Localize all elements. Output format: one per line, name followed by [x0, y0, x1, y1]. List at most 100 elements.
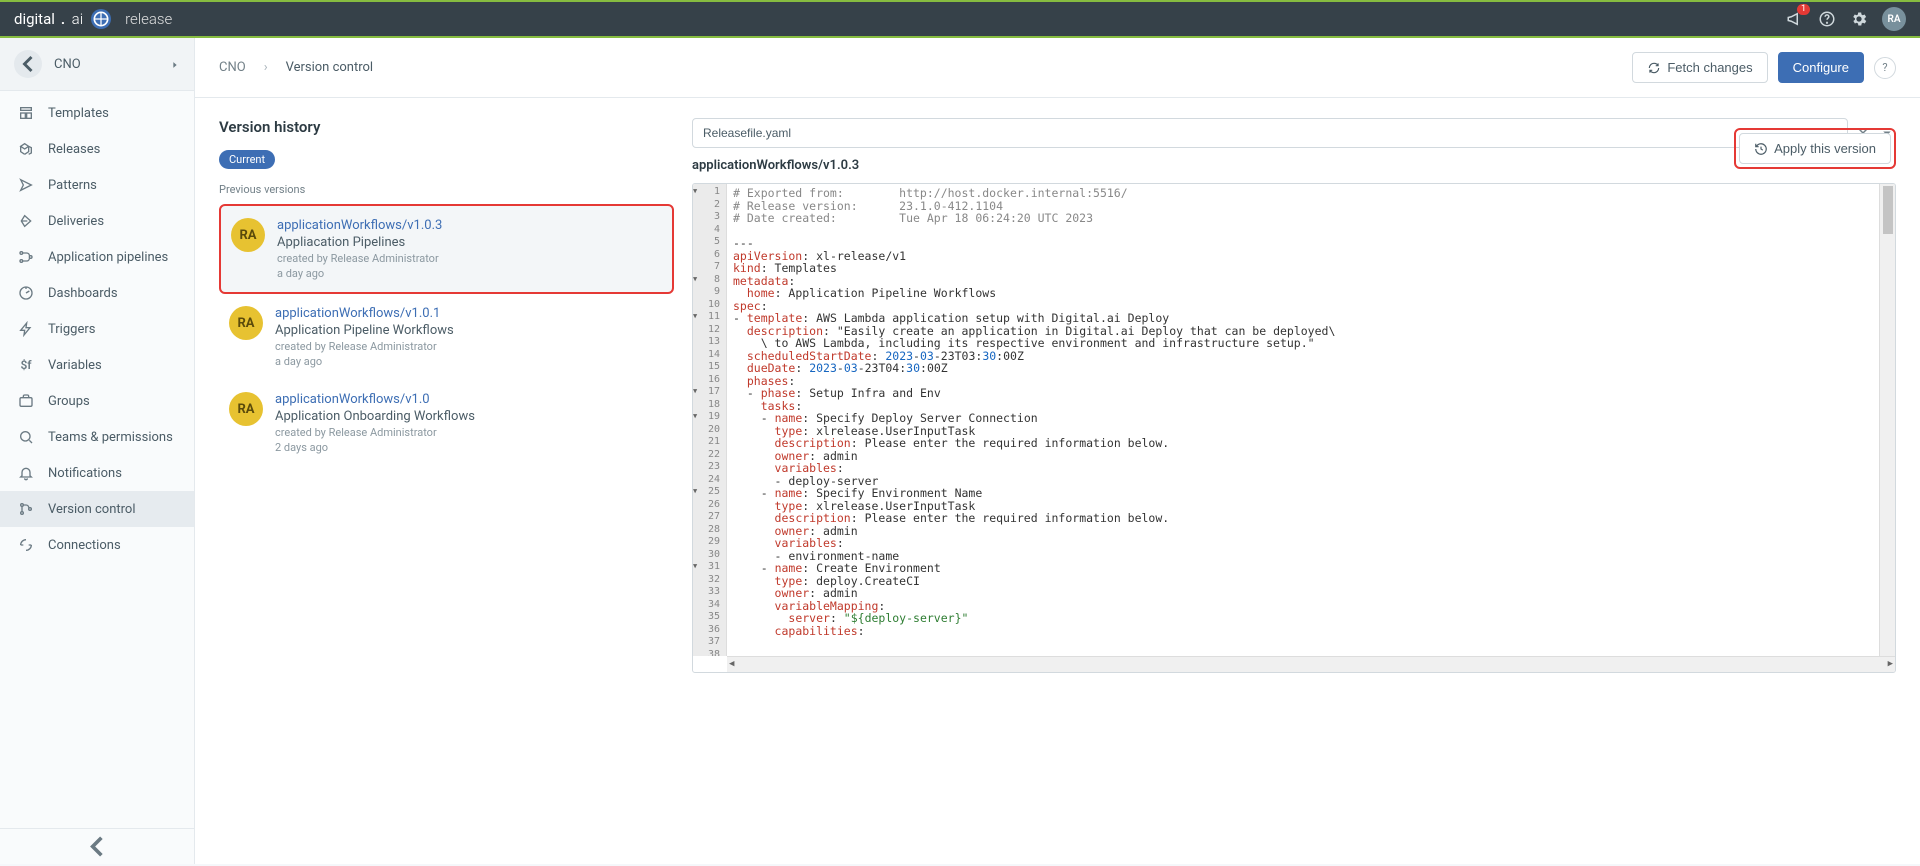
- help-button[interactable]: ?: [1874, 57, 1896, 79]
- previous-versions-label: Previous versions: [219, 183, 674, 196]
- help-icon[interactable]: [1818, 10, 1836, 28]
- sidebar-item-connections[interactable]: Connections: [0, 527, 194, 563]
- sidebar-item-label: Patterns: [48, 178, 97, 193]
- page-title: Version history: [219, 118, 320, 136]
- topbar-right: 1 RA: [1786, 7, 1906, 31]
- avatar: RA: [229, 392, 263, 426]
- connections-icon: [18, 537, 34, 553]
- file-input[interactable]: [692, 118, 1848, 148]
- version-when: 2 days ago: [275, 441, 475, 454]
- restore-icon: [1754, 142, 1768, 156]
- content: Version history Current Previous version…: [195, 98, 1920, 693]
- version-author: created by Release Administrator: [275, 340, 454, 353]
- apply-version-highlight: Apply this version: [1734, 128, 1896, 169]
- version-name: Application Pipeline Workflows: [275, 323, 454, 338]
- sidebar-item-templates[interactable]: Templates: [0, 95, 194, 131]
- topbar: digital. ai release 1 RA: [0, 0, 1920, 36]
- sidebar-item-teams[interactable]: Teams & permissions: [0, 419, 194, 455]
- version-card[interactable]: RA applicationWorkflows/v1.0.3 Appliacat…: [219, 204, 674, 294]
- version-body: applicationWorkflows/v1.0.3 Appliacation…: [277, 218, 442, 280]
- releases-icon: [18, 141, 34, 157]
- sidebar-item-releases[interactable]: Releases: [0, 131, 194, 167]
- version-id: applicationWorkflows/v1.0.3: [277, 218, 442, 233]
- sidebar-item-triggers[interactable]: Triggers: [0, 311, 194, 347]
- file-column: applicationWorkflows/v1.0.3 ▼1234567▼891…: [692, 118, 1896, 673]
- configure-button[interactable]: Configure: [1778, 52, 1864, 83]
- brand-ai: ai: [72, 10, 83, 28]
- version-body: applicationWorkflows/v1.0.1 Application …: [275, 306, 454, 368]
- scroll-thumb[interactable]: [1883, 186, 1893, 234]
- brand-module: release: [125, 10, 172, 28]
- deliveries-icon: [18, 213, 34, 229]
- sidebar-item-pipelines[interactable]: Application pipelines: [0, 239, 194, 275]
- sidebar-item-label: Connections: [48, 538, 121, 553]
- user-avatar[interactable]: RA: [1882, 7, 1906, 31]
- button-label: Configure: [1793, 60, 1849, 75]
- sidebar-collapse-button[interactable]: [0, 828, 194, 864]
- brand-dot: .: [61, 10, 66, 28]
- sidebar-item-dashboards[interactable]: Dashboards: [0, 275, 194, 311]
- current-pill: Current: [219, 150, 275, 169]
- brand-product: digital: [14, 10, 55, 28]
- pipelines-icon: [18, 249, 34, 265]
- sidebar-item-label: Teams & permissions: [48, 430, 173, 445]
- project-switcher[interactable]: CNO: [0, 38, 194, 91]
- version-when: a day ago: [275, 355, 454, 368]
- project-name: CNO: [54, 57, 158, 72]
- sidebar-item-label: Dashboards: [48, 286, 118, 301]
- gear-icon[interactable]: [1850, 10, 1868, 28]
- version-name: Application Onboarding Workflows: [275, 409, 475, 424]
- sidebar-item-versioncontrol[interactable]: Version control: [0, 491, 194, 527]
- versioncontrol-icon: [18, 501, 34, 517]
- breadcrumb-bar: CNO › Version control Fetch changes Conf…: [195, 38, 1920, 98]
- sidebar-item-label: Application pipelines: [48, 250, 168, 265]
- version-card[interactable]: RA applicationWorkflows/v1.0.1 Applicati…: [219, 294, 674, 380]
- triggers-icon: [18, 321, 34, 337]
- version-author: created by Release Administrator: [275, 426, 475, 439]
- file-selector-row: [692, 118, 1896, 148]
- main: CNO › Version control Fetch changes Conf…: [195, 38, 1920, 864]
- editor-code: # Exported from: http://host.docker.inte…: [727, 184, 1895, 656]
- sidebar-item-groups[interactable]: Groups: [0, 383, 194, 419]
- sidebar-item-variables[interactable]: $fVariables: [0, 347, 194, 383]
- sidebar: CNO Templates Releases Patterns Deliveri…: [0, 38, 195, 864]
- version-author: created by Release Administrator: [277, 252, 442, 265]
- version-card[interactable]: RA applicationWorkflows/v1.0 Application…: [219, 380, 674, 466]
- apply-version-button[interactable]: Apply this version: [1739, 133, 1891, 164]
- groups-icon: [18, 393, 34, 409]
- version-list: RA applicationWorkflows/v1.0.3 Appliacat…: [219, 204, 674, 466]
- editor-gutter: ▼1234567▼8910▼111213141516▼1718▼19202122…: [693, 184, 727, 656]
- templates-icon: [18, 105, 34, 121]
- version-id: applicationWorkflows/v1.0: [275, 392, 475, 407]
- scroll-left-icon[interactable]: ◀: [729, 659, 734, 670]
- sidebar-item-notifications[interactable]: Notifications: [0, 455, 194, 491]
- sidebar-item-patterns[interactable]: Patterns: [0, 167, 194, 203]
- notifications-icon: [18, 465, 34, 481]
- patterns-icon: [18, 177, 34, 193]
- brand-block: digital. ai release: [14, 9, 172, 29]
- avatar: RA: [231, 218, 265, 252]
- notification-badge: 1: [1797, 4, 1810, 15]
- breadcrumb-root[interactable]: CNO: [219, 60, 246, 75]
- code-editor[interactable]: ▼1234567▼8910▼111213141516▼1718▼19202122…: [692, 183, 1896, 673]
- sidebar-item-label: Notifications: [48, 466, 122, 481]
- bar-actions: Fetch changes Configure ?: [1632, 52, 1896, 83]
- scrollbar-vertical[interactable]: [1879, 184, 1895, 656]
- version-body: applicationWorkflows/v1.0 Application On…: [275, 392, 475, 454]
- sidebar-item-deliveries[interactable]: Deliveries: [0, 203, 194, 239]
- brand: digital. ai: [14, 10, 83, 28]
- fetch-changes-button[interactable]: Fetch changes: [1632, 52, 1767, 83]
- sidebar-item-label: Version control: [48, 502, 136, 517]
- teams-icon: [18, 429, 34, 445]
- file-path: applicationWorkflows/v1.0.3: [692, 158, 1896, 173]
- back-button[interactable]: [14, 50, 42, 78]
- nav: Templates Releases Patterns Deliveries A…: [0, 91, 194, 828]
- button-label: Fetch changes: [1667, 60, 1752, 75]
- megaphone-icon[interactable]: 1: [1786, 10, 1804, 28]
- chevron-right-icon: ›: [264, 60, 268, 75]
- scroll-right-icon[interactable]: ▶: [1888, 659, 1893, 670]
- sidebar-item-label: Templates: [48, 106, 109, 121]
- scrollbar-horizontal[interactable]: ◀ ▶: [727, 656, 1895, 672]
- sidebar-item-label: Releases: [48, 142, 100, 157]
- history-head: Version history: [219, 118, 674, 136]
